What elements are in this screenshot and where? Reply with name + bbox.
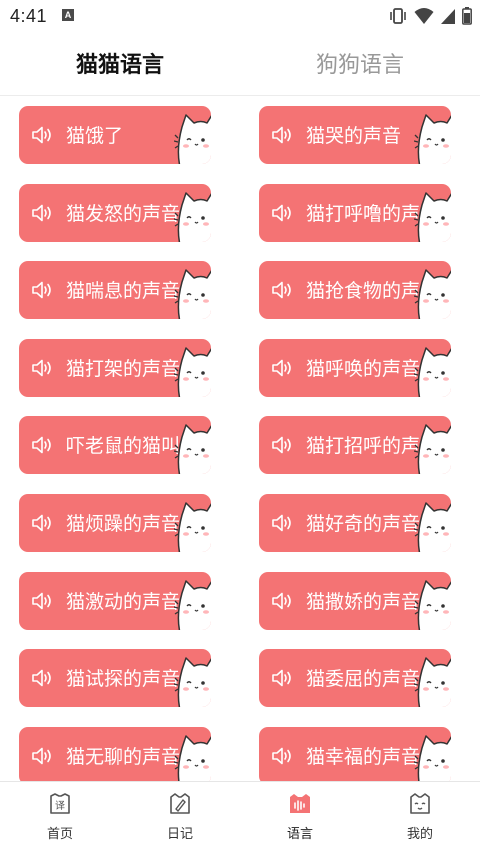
- status-time: 4:41: [10, 6, 48, 26]
- sound-grid: 猫饿了 猫哭的声音猫发怒的声音 猫打呼噜的声音猫喘息的声音 猫抢食物的声音猫打架的声音…: [0, 96, 480, 781]
- sound-button-label: 猫撒娇的声音: [306, 590, 421, 613]
- speaker-icon: [272, 514, 291, 532]
- nav-language-label: 语言: [286, 827, 313, 842]
- svg-text:译: 译: [55, 800, 65, 812]
- sound-button-label: 猫呼唤的声音: [306, 357, 421, 380]
- speaker-icon: [32, 281, 51, 299]
- cat-peek-icon: [174, 347, 211, 397]
- sound-button[interactable]: 吓老鼠的猫叫声: [19, 416, 211, 475]
- sound-button-label: 猫饿了: [66, 125, 124, 147]
- sound-button[interactable]: 猫撒娇的声音: [259, 571, 451, 630]
- cat-peek-icon: [174, 735, 211, 781]
- signal-icon: [441, 9, 455, 24]
- sound-button-label: 猫发怒的声音: [66, 202, 181, 225]
- cat-peek-icon: [414, 735, 451, 781]
- status-bar: 4:41 A: [0, 0, 480, 33]
- speaker-icon: [32, 204, 51, 221]
- sound-button[interactable]: 猫喘息的声音: [19, 261, 211, 320]
- sound-button-label: 猫激动的声音: [66, 590, 181, 613]
- speaker-icon: [272, 126, 291, 144]
- sound-button[interactable]: 猫哭的声音: [259, 106, 451, 164]
- cat-peek-icon: [174, 269, 211, 320]
- sound-button-label: 猫无聊的声音: [66, 745, 181, 768]
- sound-button-label: 猫委屈的声音: [306, 668, 421, 691]
- speaker-icon: [32, 359, 51, 377]
- cat-peek-icon: [414, 502, 451, 552]
- speaker-icon: [272, 669, 291, 687]
- sound-button-label: 猫喘息的声音: [66, 280, 181, 303]
- cat-peek-icon: [174, 657, 211, 708]
- speaker-icon: [32, 126, 51, 144]
- sound-button[interactable]: 猫打招呼的声音: [259, 416, 451, 475]
- sound-button[interactable]: 猫呼唤的声音: [259, 338, 451, 397]
- diary-icon: [170, 793, 190, 814]
- top-tabs: 猫猫语言 狗狗语言: [0, 33, 480, 96]
- nav-home[interactable]: 译 首页: [0, 782, 120, 854]
- sound-button[interactable]: 猫幸福的声音: [259, 726, 451, 781]
- cat-face-icon: [410, 793, 430, 814]
- sound-button[interactable]: 猫饿了: [19, 106, 211, 164]
- notification-a-icon: A: [62, 9, 74, 21]
- sound-button-label: 猫哭的声音: [306, 125, 402, 147]
- sound-button[interactable]: 猫好奇的声音: [259, 494, 451, 552]
- sound-button-label: 猫烦躁的声音: [66, 513, 181, 535]
- cat-peek-icon: [414, 657, 451, 708]
- sound-button[interactable]: 猫试探的声音: [19, 649, 211, 708]
- nav-diary-label: 日记: [166, 827, 193, 842]
- speaker-icon: [32, 669, 51, 687]
- vibrate-icon: [390, 8, 406, 24]
- cat-peek-icon: [174, 579, 211, 630]
- speaker-icon: [32, 747, 51, 765]
- nav-mine-label: 我的: [406, 827, 433, 842]
- cat-peek-icon: [174, 114, 211, 164]
- sound-button[interactable]: 猫抢食物的声音: [259, 261, 451, 320]
- sound-button[interactable]: 猫激动的声音: [19, 571, 211, 630]
- cat-peek-icon: [414, 114, 451, 164]
- sound-button[interactable]: 猫打架的声音: [19, 338, 211, 397]
- cat-peek-icon: [414, 269, 451, 320]
- speaker-icon: [32, 437, 51, 454]
- translate-icon: 译: [50, 793, 70, 814]
- cat-peek-icon: [174, 502, 211, 552]
- sound-button[interactable]: 猫烦躁的声音: [19, 494, 211, 552]
- sound-button-label: 猫好奇的声音: [306, 513, 421, 535]
- sound-button[interactable]: 猫发怒的声音: [19, 183, 211, 242]
- speaker-icon: [272, 437, 291, 454]
- tab-cat-language[interactable]: 猫猫语言: [0, 47, 240, 79]
- sound-button[interactable]: 猫委屈的声音: [259, 649, 451, 708]
- bottom-nav: 译 首页 日记 语言 我的: [0, 781, 480, 854]
- sound-button-label: 猫打架的声音: [66, 357, 181, 380]
- speaker-icon: [32, 514, 51, 532]
- speaker-icon: [272, 359, 291, 377]
- cat-peek-icon: [414, 347, 451, 397]
- speaker-icon: [272, 204, 291, 221]
- speaker-icon: [272, 281, 291, 299]
- nav-mine[interactable]: 我的: [360, 782, 480, 854]
- cat-peek-icon: [414, 191, 451, 242]
- speaker-icon: [32, 592, 51, 609]
- cat-peek-icon: [414, 424, 451, 475]
- cat-peek-icon: [414, 579, 451, 630]
- nav-diary[interactable]: 日记: [120, 782, 240, 854]
- nav-language[interactable]: 语言: [240, 782, 360, 854]
- speaker-icon: [272, 747, 291, 765]
- voice-wave-icon: [290, 794, 310, 813]
- sound-button-label: 猫幸福的声音: [306, 745, 421, 768]
- sound-button[interactable]: 猫打呼噜的声音: [259, 183, 451, 242]
- sound-button[interactable]: 猫无聊的声音: [19, 726, 211, 781]
- sound-button-label: 猫试探的声音: [66, 668, 181, 691]
- speaker-icon: [272, 592, 291, 609]
- battery-icon: [462, 7, 472, 25]
- nav-home-label: 首页: [46, 827, 73, 842]
- tab-dog-language[interactable]: 狗狗语言: [240, 47, 480, 79]
- status-icons: [388, 6, 472, 26]
- cat-peek-icon: [174, 191, 211, 242]
- cat-peek-icon: [174, 424, 211, 475]
- wifi-icon: [414, 8, 434, 24]
